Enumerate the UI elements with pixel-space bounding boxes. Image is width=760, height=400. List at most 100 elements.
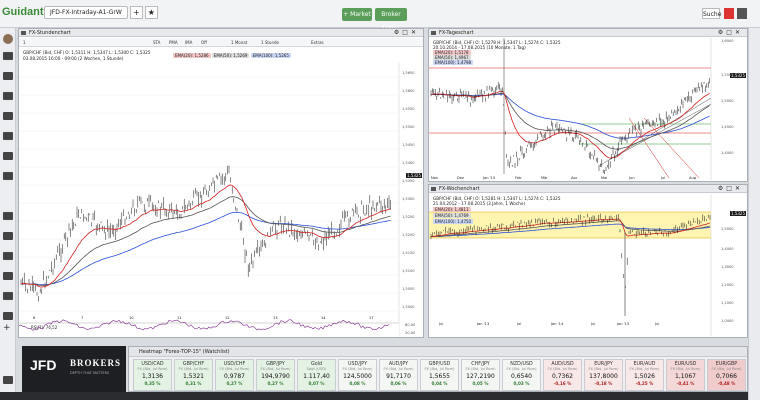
chart-icon[interactable]: [3, 72, 13, 80]
gauge-icon[interactable]: [3, 152, 13, 160]
y-axis-label: 1,3000: [721, 265, 734, 269]
settings-icon[interactable]: [3, 376, 13, 384]
person-icon[interactable]: [3, 172, 13, 180]
card-source: FX (Bid, Jul Rom): [588, 367, 619, 371]
watchlist-card[interactable]: Gold Spot (USD) 1.117,40 0,07 %: [297, 359, 336, 391]
watchlist-card[interactable]: EUR/USD FX (Bid, Jul Rom) 1,1067 -0,41 %: [666, 359, 705, 391]
card-change: -0,41 %: [676, 381, 695, 386]
list-icon[interactable]: [3, 132, 13, 140]
add-tab-button[interactable]: +: [129, 6, 143, 19]
watchlist-card[interactable]: GBP/CHF FX (Bid, Jul Rom) 1,5321 0,31 %: [174, 359, 213, 391]
menu-icon[interactable]: [737, 8, 747, 19]
y-axis-label: 1,5500: [402, 125, 415, 129]
daily-chart-panel: FX-Tageschart ⚙□✕ GBP/CHF (Bid, CHF) O: …: [428, 28, 748, 182]
watchlist-card[interactable]: USD/CAD FX (Bid, Jul Rom) 1,3136 0,35 %: [133, 359, 172, 391]
toolbar-item[interactable]: IMA: [185, 39, 192, 46]
watchlist-card[interactable]: USD/JPY FX (Bid, Jul Rom) 124,5000 0,08 %: [338, 359, 377, 391]
y-axis-label: 1,4000: [721, 247, 734, 251]
y-axis-label: 1,5400: [402, 161, 415, 165]
y-axis-label: 1,5000: [721, 227, 734, 231]
card-value: 1,5655: [429, 373, 450, 380]
y-axis-label: 1,5200: [402, 233, 415, 237]
watchlist-card[interactable]: GBP/JPY FX (Bid, Jul Rom) 194,9790 0,27 %: [256, 359, 295, 391]
x-axis-label: 11: [177, 316, 182, 320]
market-button[interactable]: + Market: [342, 8, 372, 21]
toolbar-item[interactable]: 1: [23, 39, 26, 46]
x-axis-label: 12: [225, 316, 230, 320]
x-axis-label: 13: [273, 316, 278, 320]
watchlist-card[interactable]: EUR/JPY FX (Bid, Jul Rom) 137,8000 -0,18 %: [584, 359, 623, 391]
x-axis-label: Dez: [457, 176, 464, 180]
add-icon[interactable]: +: [3, 324, 13, 333]
card-source: FX (Bid, Jul Rom): [342, 367, 373, 371]
weekly-chart: [429, 194, 712, 336]
briefcase-icon[interactable]: [3, 112, 13, 120]
monitor-icon[interactable]: [3, 232, 13, 240]
symbol-info: GBP/CHF (Bid, CHF) O: 1,5311 H: 1,5347 L…: [23, 50, 151, 55]
watchlist-card[interactable]: USD/CHF FX (Bid, Jul Rom) 0,9787 0,27 %: [215, 359, 254, 391]
y-axis-label: 1,5050: [402, 287, 415, 291]
x-axis-label: Jan '15: [483, 176, 496, 180]
watchlist-card[interactable]: AUD/USD FX (Bid, Jul Rom) 0,7362 -0,16 %: [543, 359, 582, 391]
x-axis-label: Jul: [655, 322, 660, 326]
jfd-logo-text: JFD: [30, 357, 57, 373]
search-button[interactable]: Suche: [702, 8, 721, 19]
y-axis-label: 1,5600: [402, 89, 415, 93]
watchlist-card[interactable]: GBP/USD FX (Bid, Jul Rom) 1,5655 0,04 %: [420, 359, 459, 391]
panel-title: Heatmap "Forex-TOP-15" (Watchlist): [139, 349, 230, 355]
hourly-chart: [19, 63, 423, 337]
x-axis-label: Apr: [571, 176, 578, 180]
x-axis-label: 17: [369, 316, 374, 320]
card-value: 124,5000: [343, 373, 372, 380]
tab-workspace[interactable]: JFD-FX-Intraday-A1-GrW: [44, 6, 128, 19]
right-scrollbar[interactable]: [748, 28, 760, 400]
card-value: 1,1067: [675, 373, 696, 380]
jfd-logo-text: BROKERS: [70, 358, 122, 368]
desktop-icon[interactable]: [3, 52, 13, 60]
monitor-icon[interactable]: [3, 312, 13, 320]
card-value: 0,7066: [716, 373, 737, 380]
y-axis-label: 1,5000: [402, 305, 415, 309]
toolbar-item[interactable]: 1 Monat: [231, 39, 247, 46]
panel-title: FX-Tageschart: [439, 30, 474, 36]
card-change: 0,06 %: [390, 381, 407, 386]
ema-legend: EMA(50): 1,4769: [433, 213, 471, 218]
y-axis-label: 1,4500: [721, 125, 734, 129]
window-controls[interactable]: ⚙□✕: [718, 29, 743, 37]
card-change: -0,16 %: [553, 381, 572, 386]
y-axis-label: 1,5500: [721, 73, 734, 77]
x-axis-label: Jan '15: [617, 322, 630, 326]
broker-login-button[interactable]: Broker Login: [375, 8, 407, 31]
ema-legend: EMA(100): 1,4750: [433, 219, 474, 224]
window-controls[interactable]: ⚙□✕: [394, 29, 419, 37]
toolbar-item[interactable]: 1 Stunde: [261, 39, 279, 46]
card-change: 0,05 %: [472, 381, 489, 386]
watchlist-card[interactable]: AUD/JPY FX (Bid, Jul Rom) 91,7170 0,06 %: [379, 359, 418, 391]
watchlist-card[interactable]: EUR/GBP FX (Bid, Jul Rom) 0,7066 -0,48 %: [707, 359, 746, 391]
favorite-star-icon[interactable]: ★: [144, 6, 158, 19]
toolbar-item[interactable]: STA: [153, 39, 160, 46]
toolbar-item[interactable]: Extras: [311, 39, 324, 46]
price-label: 1,5325: [730, 211, 746, 216]
card-source: FX (Bid, Jul Rom): [383, 367, 414, 371]
x-axis-label: 7: [81, 316, 84, 320]
y-axis-label: 1,5000: [721, 99, 734, 103]
flag-icon[interactable]: [724, 8, 734, 19]
toolbar-item[interactable]: Off: [201, 39, 207, 46]
stats-icon[interactable]: [3, 92, 13, 100]
window-controls[interactable]: ⚙□✕: [718, 185, 743, 193]
watchlist-card[interactable]: NZD/USD FX (Bid, Jul Rom) 0,6540 0,03 %: [502, 359, 541, 391]
monitor-icon[interactable]: [3, 252, 13, 260]
watchlist-card[interactable]: CHF/JPY FX (Bid, Jul Rom) 127,2190 0,05 %: [461, 359, 500, 391]
toolbar-item[interactable]: PMA: [169, 39, 178, 46]
panel-title: FX-Stundenchart: [29, 30, 71, 36]
monitor-icon[interactable]: [3, 272, 13, 280]
x-axis-label: 6: [33, 316, 36, 320]
watchlist-card[interactable]: EUR/AUD FX (Bid, Jul Rom) 1,5026 -0,25 %: [625, 359, 664, 391]
card-change: 0,27 %: [226, 381, 243, 386]
monitor-icon[interactable]: [3, 212, 13, 220]
avatar[interactable]: [3, 34, 13, 44]
x-axis-label: Jul: [591, 322, 596, 326]
ema-legend: EMA(20): 1,5286 EMA(50): 1,5269 EMA(100)…: [173, 53, 291, 58]
monitor-icon[interactable]: [3, 292, 13, 300]
